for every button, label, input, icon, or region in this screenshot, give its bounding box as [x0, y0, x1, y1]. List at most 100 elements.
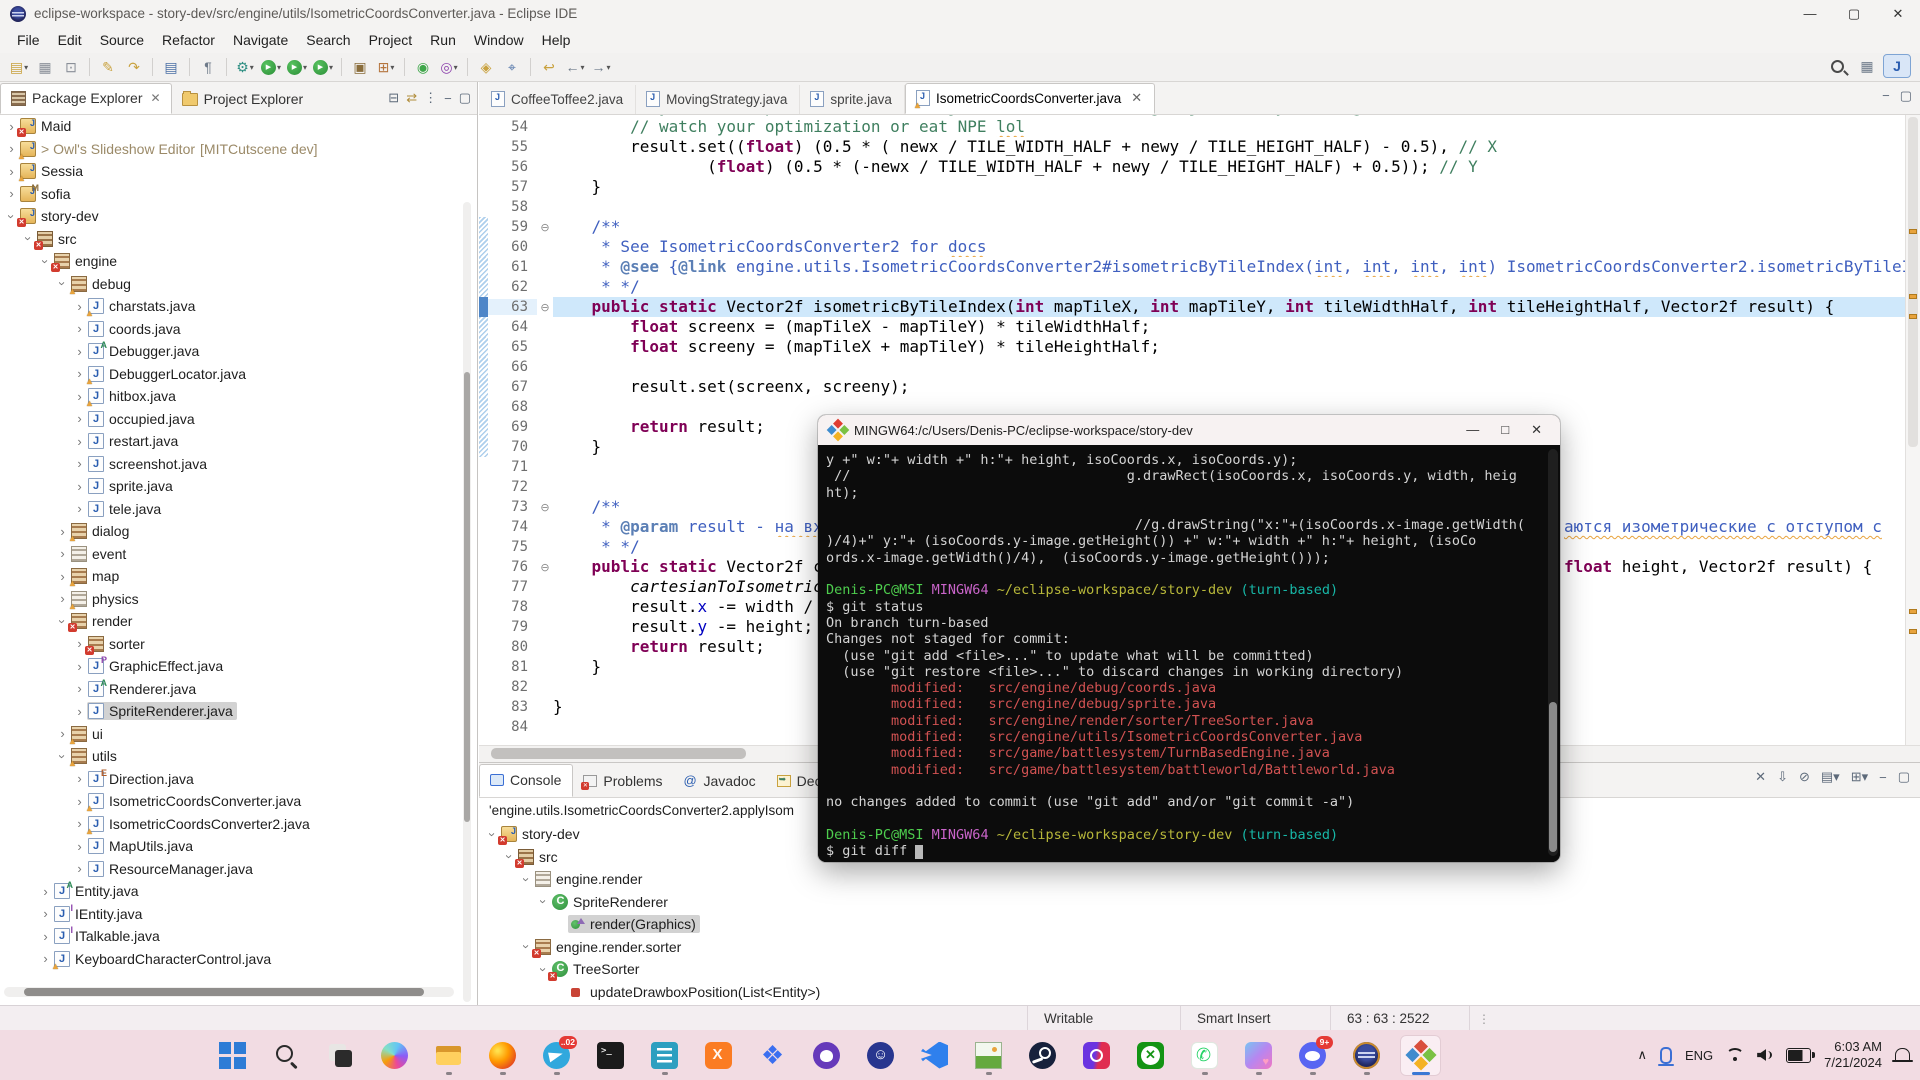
package-explorer-item[interactable]: ›map — [0, 565, 458, 588]
line-number[interactable]: 64 — [488, 319, 537, 335]
notifications-bell-icon[interactable] — [1895, 1051, 1910, 1060]
menu-refactor[interactable]: Refactor — [153, 29, 224, 51]
search-icon[interactable]: ⌖ — [499, 56, 525, 78]
code-line[interactable]: 59⊖ /** — [479, 217, 1920, 237]
tab-package-explorer[interactable]: Package Explorer✕ — [0, 83, 172, 114]
github-desktop-icon[interactable] — [806, 1035, 847, 1076]
mingw64-terminal-window[interactable]: MINGW64:/c/Users/Denis-PC/eclipse-worksp… — [818, 415, 1560, 862]
line-number[interactable]: 84 — [488, 719, 537, 735]
editor-tab-sprite.java[interactable]: sprite.java — [800, 85, 905, 114]
discord-icon[interactable]: 9+ — [1292, 1035, 1333, 1076]
editor-tab-isometriccoordsconverter.java[interactable]: IsometricCoordsConverter.java✕ — [905, 83, 1155, 114]
line-number[interactable]: 60 — [488, 239, 537, 255]
package-explorer-item[interactable]: ›IsometricCoordsConverter2.java — [0, 813, 458, 836]
search-icon[interactable] — [266, 1035, 307, 1076]
chevron-icon[interactable]: › — [4, 186, 19, 201]
warning-mark[interactable] — [1909, 294, 1917, 299]
chevron-icon[interactable]: › — [72, 411, 87, 426]
package-explorer-item[interactable]: ›SpriteRenderer.java — [0, 700, 458, 723]
wifi-icon[interactable] — [1726, 1048, 1744, 1062]
package-explorer-item[interactable]: ›physics — [0, 588, 458, 611]
line-number[interactable]: 67 — [488, 379, 537, 395]
open-type-icon[interactable]: ◈ — [473, 56, 499, 78]
overview-ruler[interactable] — [1905, 115, 1920, 745]
chevron-icon[interactable]: › — [38, 929, 53, 944]
line-number[interactable]: 77 — [488, 579, 537, 595]
minimize-editor-icon[interactable]: − — [1882, 88, 1890, 104]
open-perspective-icon[interactable]: ▦ — [1854, 55, 1880, 77]
microphone-icon[interactable] — [1660, 1047, 1672, 1064]
chevron-icon[interactable]: › — [72, 861, 87, 876]
open-console-icon[interactable]: ⊞▾ — [1851, 769, 1868, 785]
opera-gx-icon[interactable] — [1076, 1035, 1117, 1076]
menu-window[interactable]: Window — [465, 29, 533, 51]
link-with-editor-icon[interactable]: ⇄ — [406, 90, 417, 106]
console-tree-item[interactable]: render(Graphics) — [481, 913, 1920, 936]
code-line[interactable]: 65 float screeny = (mapTileX + mapTileY)… — [479, 337, 1920, 357]
line-number[interactable]: 73 — [488, 499, 537, 515]
show-whitespace-icon[interactable]: ¶ — [195, 56, 221, 78]
chevron-icon[interactable]: › — [72, 501, 87, 516]
chevron-icon[interactable]: › — [72, 344, 87, 359]
scroll-lock-icon[interactable]: ⇩ — [1777, 769, 1788, 785]
line-number[interactable]: 68 — [488, 399, 537, 415]
package-explorer-item[interactable]: ›Msofia — [0, 183, 458, 206]
maximize-view-icon[interactable]: ▢ — [1898, 769, 1910, 785]
line-number[interactable]: 72 — [488, 479, 537, 495]
line-number[interactable]: 76 — [488, 559, 537, 575]
battery-icon[interactable] — [1786, 1048, 1811, 1063]
insert-mode-status[interactable]: Smart Insert — [1180, 1006, 1330, 1031]
dating-app-icon[interactable] — [1238, 1035, 1279, 1076]
task-view-icon[interactable] — [320, 1035, 361, 1076]
collapse-all-icon[interactable]: ⊟ — [388, 90, 399, 106]
scrollbar-thumb[interactable] — [24, 988, 424, 996]
code-line[interactable]: 58 — [479, 197, 1920, 217]
new-class-icon[interactable]: ◉ — [410, 56, 436, 78]
menu-search[interactable]: Search — [297, 29, 359, 51]
line-number[interactable]: 61 — [488, 259, 537, 275]
package-explorer-item[interactable]: ›IIEntity.java — [0, 903, 458, 926]
menu-run[interactable]: Run — [421, 29, 465, 51]
code-line[interactable]: 54 // watch your optimization or eat NPE… — [479, 117, 1920, 137]
line-number[interactable]: 55 — [488, 139, 537, 155]
writable-status[interactable]: Writable — [1027, 1006, 1180, 1031]
line-number[interactable]: 83 — [488, 699, 537, 715]
steam-icon[interactable] — [1022, 1035, 1063, 1076]
package-explorer-item[interactable]: ›hitbox.java — [0, 385, 458, 408]
package-explorer-item[interactable]: ›src — [0, 228, 458, 251]
chevron-icon[interactable]: › — [72, 704, 87, 719]
app-mascot-icon[interactable] — [860, 1035, 901, 1076]
package-explorer-item[interactable]: ›AEntity.java — [0, 880, 458, 903]
status-bar-menu-icon[interactable]: ⋮ — [1478, 1006, 1491, 1031]
new-package-icon[interactable]: ⊞▾ — [373, 56, 399, 78]
terminal-output[interactable]: y +" w:"+ width +" h:"+ height, isoCoord… — [818, 445, 1560, 862]
minimize-view-icon[interactable]: − — [444, 91, 452, 106]
chevron-icon[interactable]: › — [72, 434, 87, 449]
line-number[interactable]: 57 — [488, 179, 537, 195]
line-number[interactable]: 74 — [488, 519, 537, 535]
chevron-icon[interactable]: › — [72, 479, 87, 494]
line-number[interactable]: 69 — [488, 419, 537, 435]
clear-console-icon[interactable]: ✕ — [1755, 769, 1766, 785]
warning-mark[interactable] — [1909, 314, 1917, 319]
new-java-project-icon[interactable]: ▣ — [347, 56, 373, 78]
whatsapp-icon[interactable] — [1184, 1035, 1225, 1076]
scrollbar-thumb[interactable] — [464, 372, 470, 822]
terminal-close-icon[interactable]: ✕ — [1531, 422, 1542, 438]
package-explorer-item[interactable]: ›occupied.java — [0, 408, 458, 431]
console-tree-item[interactable]: ›engine.render — [481, 868, 1920, 891]
file-explorer-icon[interactable] — [428, 1035, 469, 1076]
code-line[interactable]: 57 } — [479, 177, 1920, 197]
profile-icon[interactable]: ▾ — [310, 56, 336, 78]
java-perspective-icon[interactable]: J — [1884, 55, 1910, 77]
vscode-icon[interactable] — [914, 1035, 955, 1076]
tab-javadoc[interactable]: Javadoc — [674, 766, 767, 797]
package-explorer-item[interactable]: ›ADebugger.java — [0, 340, 458, 363]
console-tree-item[interactable]: ›SpriteRenderer — [481, 891, 1920, 914]
package-explorer-item[interactable]: ›PGraphicEffect.java — [0, 655, 458, 678]
chevron-icon[interactable]: › — [72, 321, 87, 336]
chevron-icon[interactable]: › — [38, 906, 53, 921]
volume-icon[interactable] — [1757, 1048, 1773, 1062]
line-number[interactable]: 62 — [488, 279, 537, 295]
open-view-icon[interactable]: ▤ — [158, 56, 184, 78]
